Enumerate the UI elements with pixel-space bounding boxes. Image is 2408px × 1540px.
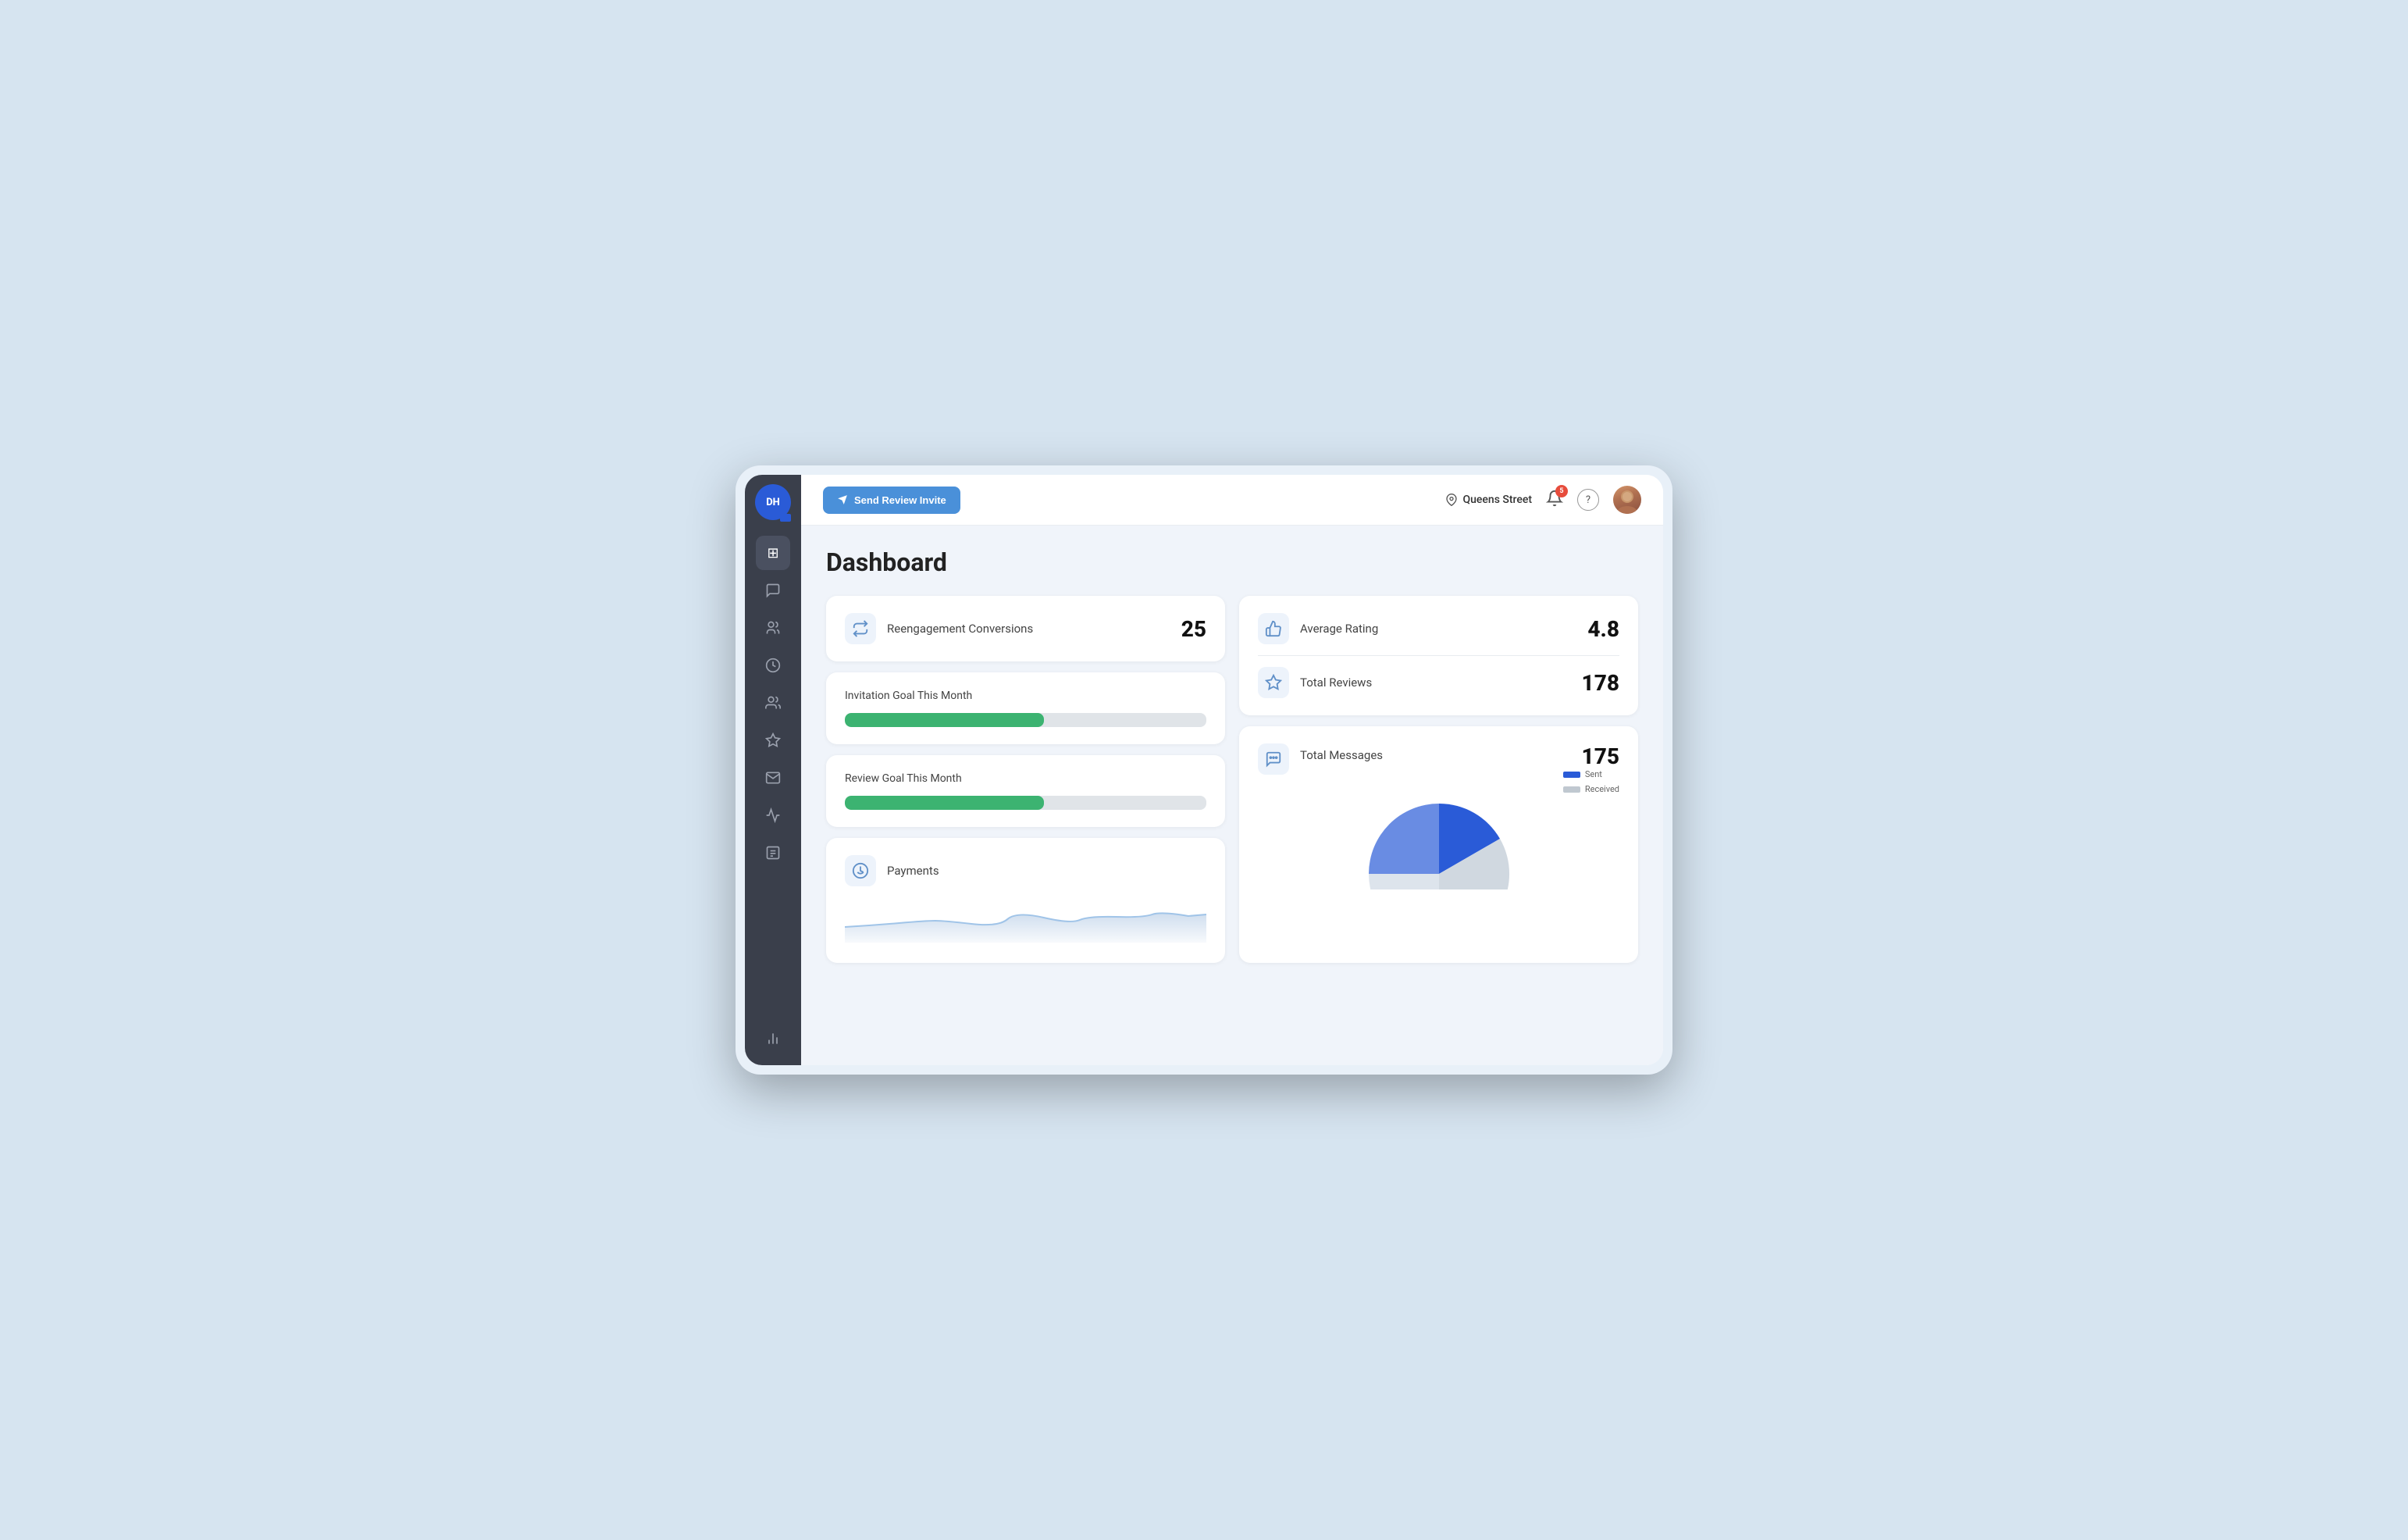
reengagement-card: Reengagement Conversions 25 [826,596,1225,661]
bar-chart-icon [765,1031,781,1046]
sidebar-logo[interactable]: DH [755,484,791,520]
total-reviews-value: 178 [1582,670,1619,696]
sidebar-item-reviews[interactable] [756,723,790,758]
dashboard-grid: Reengagement Conversions 25 Invitation G… [826,596,1638,963]
header: Send Review Invite Queens Street 5 ? [801,475,1663,526]
sidebar-bottom [756,1021,790,1056]
device-frame: DH ⊞ [736,465,1672,1075]
payments-card: Payments [826,838,1225,963]
received-legend: Received [1563,784,1619,794]
payments-header: Payments [845,855,1206,886]
send-invite-button[interactable]: Send Review Invite [823,487,960,514]
sidebar-item-history[interactable] [756,648,790,683]
review-goal-card: Review Goal This Month [826,755,1225,827]
invitation-progress-fill [845,713,1044,727]
card-divider [1258,655,1619,656]
location-icon [1445,494,1458,506]
send-icon [837,494,848,505]
total-reviews-row: Total Reviews 178 [1258,667,1619,698]
sidebar: DH ⊞ [745,475,801,1065]
review-progress-bar [845,796,1206,810]
sidebar-item-messages[interactable] [756,573,790,608]
invitation-goal-title: Invitation Goal This Month [845,690,1206,702]
main-content: Send Review Invite Queens Street 5 ? [801,475,1663,1065]
contacts-icon [765,620,781,636]
dashboard-icon: ⊞ [767,545,778,561]
document-icon [765,845,781,861]
chat-icon [765,583,781,598]
clock-icon [765,658,781,673]
location-display: Queens Street [1445,494,1532,506]
notification-bell[interactable]: 5 [1546,490,1563,511]
total-messages-label: Total Messages [1300,743,1552,762]
right-column: Average Rating 4.8 Total Reviews 178 [1239,596,1638,963]
sidebar-item-team[interactable] [756,686,790,720]
page-title: Dashboard [826,547,1638,577]
mail-icon [765,770,781,786]
header-right: Queens Street 5 ? [1445,486,1641,514]
messages-chart [1258,804,1619,889]
page-body: Dashboard Reengagement Conversions 25 [801,526,1663,1065]
sidebar-item-documents[interactable] [756,836,790,870]
review-progress-fill [845,796,1044,810]
payments-sparkline [845,896,1206,943]
average-rating-row: Average Rating 4.8 [1258,613,1619,644]
average-rating-label: Average Rating [1300,622,1576,636]
sent-legend: Sent [1563,769,1619,779]
left-column: Reengagement Conversions 25 Invitation G… [826,596,1225,963]
thumbsup-icon [1258,613,1289,644]
sidebar-item-stats[interactable] [756,1021,790,1056]
messages-icon [1258,743,1289,775]
payments-label: Payments [887,864,1206,878]
user-icon [765,695,781,711]
help-button[interactable]: ? [1577,489,1599,511]
review-goal-title: Review Goal This Month [845,772,1206,785]
reengagement-icon [845,613,876,644]
reengagement-value: 25 [1181,616,1206,642]
notification-badge: 5 [1555,485,1568,497]
reengagement-label: Reengagement Conversions [887,622,1170,636]
invitation-goal-card: Invitation Goal This Month [826,672,1225,744]
average-rating-value: 4.8 [1587,616,1619,642]
total-messages-value: 175 [1563,743,1619,769]
sent-color [1563,772,1580,778]
payments-icon [845,855,876,886]
star-outline-icon [1258,667,1289,698]
star-icon [765,733,781,748]
sidebar-item-contacts[interactable] [756,611,790,645]
invitation-progress-bar [845,713,1206,727]
avatar[interactable] [1613,486,1641,514]
avatar-image [1613,486,1641,514]
sidebar-item-analytics[interactable] [756,798,790,832]
messages-legend: Sent Received [1563,769,1619,794]
messages-card: Total Messages 175 Sent [1239,726,1638,963]
logo-text: DH [766,497,780,508]
sidebar-item-email[interactable] [756,761,790,795]
app-container: DH ⊞ [745,475,1663,1065]
reengagement-row: Reengagement Conversions 25 [845,613,1206,644]
total-reviews-label: Total Reviews [1300,676,1571,690]
received-color [1563,786,1580,793]
trend-icon [765,807,781,823]
location-text: Queens Street [1462,494,1532,506]
sidebar-item-dashboard[interactable]: ⊞ [756,536,790,570]
rating-card: Average Rating 4.8 Total Reviews 178 [1239,596,1638,715]
